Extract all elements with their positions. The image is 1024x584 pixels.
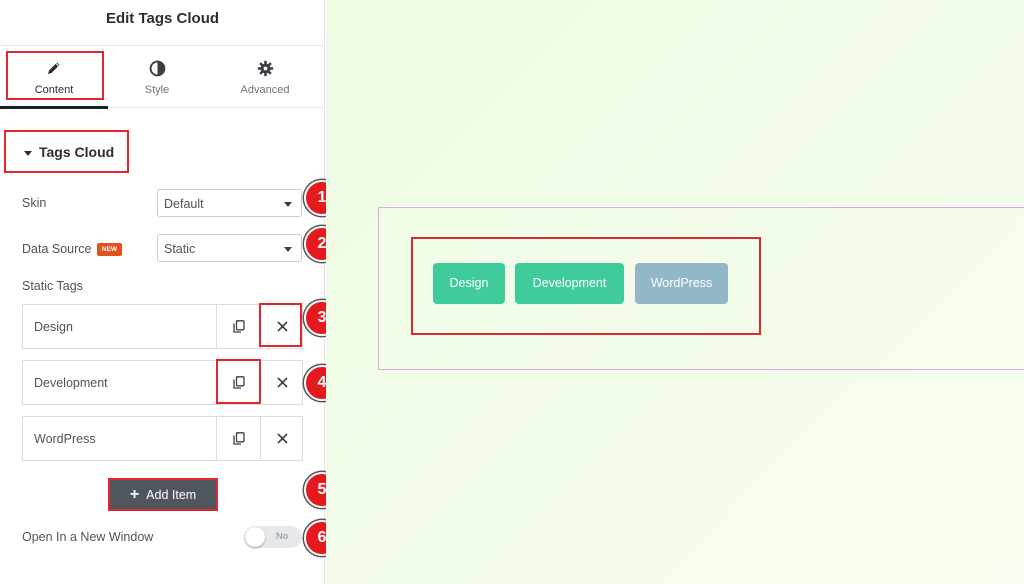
chevron-down-icon — [284, 202, 292, 207]
tab-advanced-label: Advanced — [240, 84, 290, 96]
open-new-window-label: Open In a New Window — [22, 530, 154, 544]
close-icon[interactable] — [260, 361, 303, 404]
repeater-item: Design — [22, 304, 303, 349]
repeater-item-title[interactable]: Design — [34, 320, 73, 334]
tag-wordpress[interactable]: WordPress — [635, 263, 728, 304]
tab-content-label: Content — [34, 84, 74, 96]
close-icon[interactable] — [260, 417, 303, 460]
open-new-window-toggle[interactable]: No — [244, 526, 302, 548]
add-item-button[interactable]: + Add Item — [108, 478, 218, 511]
section-toggle-tags-cloud[interactable]: Tags Cloud — [4, 130, 129, 173]
tab-style-label: Style — [144, 84, 170, 96]
add-item-label: Add Item — [146, 487, 197, 502]
data-source-label: Data Source — [22, 242, 92, 256]
chevron-down-icon — [284, 247, 292, 252]
duplicate-icon[interactable] — [216, 361, 260, 404]
preview-canvas: Design Development WordPress — [326, 0, 1024, 584]
contrast-icon — [103, 60, 211, 78]
tab-content[interactable]: Content — [0, 46, 108, 109]
skin-label: Skin — [22, 196, 47, 210]
data-source-select[interactable]: Static — [157, 234, 302, 262]
static-tags-label: Static Tags — [22, 279, 83, 293]
gear-icon — [211, 60, 319, 78]
skin-select-value: Default — [164, 197, 204, 211]
skin-select[interactable]: Default — [157, 189, 302, 217]
plus-icon: + — [129, 485, 140, 503]
toggle-knob — [245, 527, 265, 547]
section-title: Tags Cloud — [39, 144, 115, 160]
tag-development[interactable]: Development — [515, 263, 624, 304]
repeater-item-title[interactable]: Development — [34, 376, 108, 390]
repeater-item: WordPress — [22, 416, 303, 461]
repeater-item-title[interactable]: WordPress — [34, 432, 96, 446]
new-badge: NEW — [97, 243, 122, 256]
tab-advanced[interactable]: Advanced — [211, 46, 319, 108]
close-icon[interactable] — [260, 305, 303, 348]
duplicate-icon[interactable] — [216, 417, 260, 460]
pencil-icon — [0, 60, 108, 78]
repeater-item: Development — [22, 360, 303, 405]
duplicate-icon[interactable] — [216, 305, 260, 348]
panel-tabs: Content Style Advanced — [0, 46, 325, 109]
tab-style[interactable]: Style — [103, 46, 211, 108]
editor-panel: Edit Tags Cloud Content Style Advanced T… — [0, 0, 325, 584]
data-source-select-value: Static — [164, 242, 196, 256]
toggle-state: No — [276, 531, 289, 542]
caret-down-icon — [24, 151, 32, 156]
tag-design[interactable]: Design — [433, 263, 505, 304]
panel-title: Edit Tags Cloud — [0, 0, 325, 46]
